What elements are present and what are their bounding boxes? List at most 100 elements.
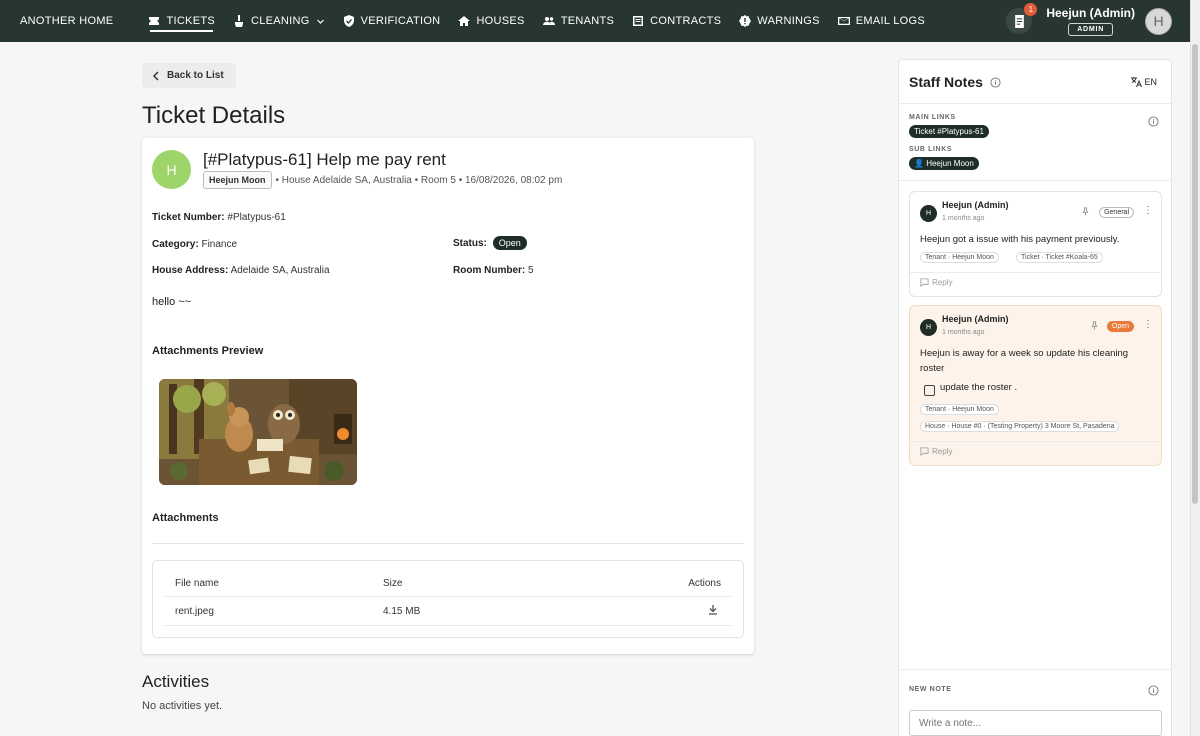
note-link-chip[interactable]: Tenant · Heejun Moon — [920, 404, 999, 415]
note-text: Heejun is away for a week so update his … — [920, 348, 1129, 374]
sub-link-label: Heejun Moon — [926, 159, 974, 168]
room-field: Room Number: 5 — [453, 265, 534, 276]
note-author: Heejun (Admin) — [942, 314, 1009, 324]
contract-icon — [633, 16, 644, 26]
ticket-meta: Heejun Moon • House Adelaide SA, Austral… — [203, 171, 562, 189]
note-divider — [910, 441, 1161, 442]
attachments-table: File name Size Actions rent.jpeg 4.15 MB — [152, 560, 744, 638]
notification-badge: 1 — [1024, 3, 1038, 16]
page-title: Ticket Details — [142, 102, 286, 129]
panel-divider — [899, 669, 1171, 670]
file-name-cell: rent.jpeg — [175, 606, 214, 617]
address-field: House Address: Adelaide SA, Australia — [152, 265, 330, 276]
ticket-description: hello ~~ — [152, 296, 192, 308]
house-icon — [458, 16, 471, 26]
brand-logo[interactable]: ANOTHER HOME — [20, 15, 113, 27]
nav-item-label: CONTRACTS — [650, 15, 722, 27]
back-to-list-button[interactable]: Back to List — [142, 63, 236, 88]
user-info[interactable]: Heejun (Admin) ADMIN — [1046, 6, 1135, 36]
ticket-icon — [149, 17, 160, 25]
more-options-icon[interactable]: ⋮ — [1143, 205, 1153, 216]
note-link-chip[interactable]: Tenant · Heejun Moon — [920, 252, 999, 263]
staff-notes-title-text: Staff Notes — [909, 74, 983, 90]
checklist-item-text: update the roster . — [940, 382, 1018, 393]
nav-item-label: EMAIL LOGS — [855, 15, 926, 27]
checklist-checkbox[interactable] — [924, 385, 935, 396]
nav-item-label: VERIFICATION — [360, 15, 441, 27]
attachment-preview-image[interactable] — [159, 379, 357, 485]
address-label: House Address: — [152, 265, 229, 276]
nav-item-label: TICKETS — [166, 15, 215, 27]
page-scrollbar[interactable] — [1190, 0, 1200, 736]
avatar[interactable]: H — [1145, 7, 1172, 35]
info-icon[interactable] — [1148, 685, 1159, 696]
top-navbar: ANOTHER HOME TICKETS CLEANING VERIFICATI… — [0, 0, 1190, 42]
nav-item-tenants[interactable]: TENANTS — [534, 0, 623, 42]
panel-divider — [899, 103, 1171, 104]
nav-item-label: HOUSES — [476, 15, 525, 27]
nav-item-tickets[interactable]: TICKETS — [139, 0, 224, 42]
info-icon[interactable] — [1148, 116, 1159, 127]
new-note-label: NEW NOTE — [909, 686, 952, 693]
info-icon[interactable] — [990, 77, 1001, 88]
col-header-actions: Actions — [688, 578, 721, 589]
reply-button[interactable]: Reply — [920, 278, 952, 287]
note-time: 1 months ago — [942, 329, 985, 336]
avatar: H — [920, 319, 937, 336]
header-divider — [165, 596, 731, 597]
notifications-button[interactable]: 1 — [1006, 3, 1038, 34]
note-link-chip[interactable]: Ticket · Ticket #Koala-65 — [1016, 252, 1103, 263]
chevron-left-icon — [152, 70, 159, 81]
ticket-meta-text: • House Adelaide SA, Australia • Room 5 … — [275, 174, 563, 186]
category-field: Category: Finance — [152, 239, 237, 250]
note-card: H Heejun (Admin) 1 months ago General ⋮ … — [909, 191, 1162, 297]
mail-icon — [837, 17, 850, 25]
ticket-title: [#Platypus-61] Help me pay rent — [203, 150, 446, 169]
status-badge: Open — [492, 236, 527, 250]
reply-label: Reply — [932, 278, 953, 287]
nav-menu: TICKETS CLEANING VERIFICATION HOUSES TEN… — [139, 0, 934, 42]
file-size-cell: 4.15 MB — [383, 606, 421, 617]
category-value: Finance — [201, 239, 238, 250]
ticket-card: H [#Platypus-61] Help me pay rent Heejun… — [142, 138, 754, 654]
room-label: Room Number: — [453, 265, 526, 276]
translate-icon — [1131, 77, 1143, 88]
nav-item-houses[interactable]: HOUSES — [449, 0, 533, 42]
sub-links-label: SUB LINKS — [909, 146, 953, 153]
nav-item-warnings[interactable]: WARNINGS — [730, 0, 829, 42]
ticket-number-value: #Platypus-61 — [227, 212, 286, 223]
nav-item-cleaning[interactable]: CLEANING — [224, 0, 334, 42]
note-card: H Heejun (Admin) 1 months ago Open ⋮ Hee… — [909, 305, 1162, 466]
chevron-down-icon — [316, 19, 324, 24]
role-badge: ADMIN — [1068, 23, 1114, 36]
ticket-number-field: Ticket Number: #Platypus-61 — [152, 212, 286, 223]
section-divider — [152, 543, 744, 544]
scrollbar-thumb[interactable] — [1192, 44, 1198, 504]
author-chip[interactable]: Heejun Moon — [203, 171, 272, 189]
comment-icon — [920, 447, 929, 456]
main-link-chip[interactable]: Ticket #Platypus-61 — [909, 125, 989, 138]
note-divider — [910, 272, 1161, 273]
reply-button[interactable]: Reply — [920, 447, 952, 456]
warning-icon — [739, 15, 752, 27]
new-note-input[interactable] — [909, 710, 1162, 736]
avatar: H — [920, 205, 937, 222]
status-label: Status: — [453, 238, 487, 249]
note-link-chip[interactable]: House · House #0 · (Testing Property) 3 … — [920, 421, 1120, 432]
language-toggle[interactable]: EN — [1130, 76, 1157, 88]
nav-item-email-logs[interactable]: EMAIL LOGS — [829, 0, 934, 42]
ticket-author-avatar: H — [152, 150, 191, 189]
nav-item-label: TENANTS — [560, 15, 615, 27]
forest-illustration — [159, 379, 357, 485]
nav-item-verification[interactable]: VERIFICATION — [334, 0, 450, 42]
more-options-icon[interactable]: ⋮ — [1143, 319, 1153, 330]
download-icon[interactable] — [707, 604, 719, 616]
note-author: Heejun (Admin) — [942, 200, 1009, 210]
person-icon: 👤 — [914, 159, 924, 168]
nav-item-contracts[interactable]: CONTRACTS — [623, 0, 730, 42]
sub-link-chip[interactable]: 👤 Heejun Moon — [909, 157, 979, 170]
user-area: 1 Heejun (Admin) ADMIN H — [1006, 3, 1172, 36]
pin-icon[interactable] — [1090, 321, 1099, 330]
note-text: Heejun got a issue with his payment prev… — [920, 234, 1120, 245]
pin-icon[interactable] — [1081, 207, 1090, 216]
